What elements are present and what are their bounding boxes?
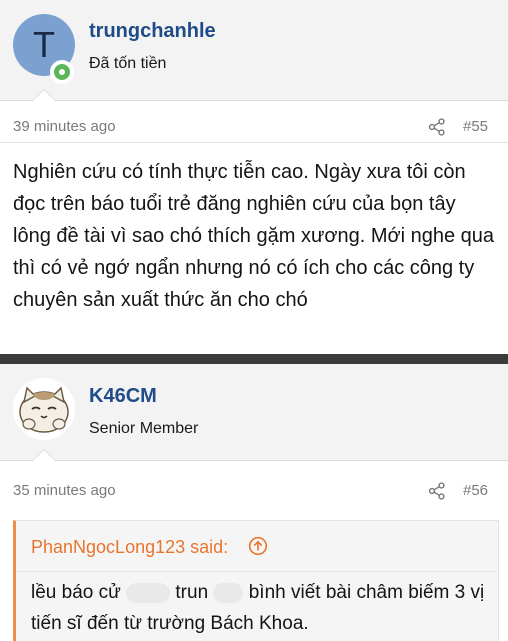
post-number-link[interactable]: #56: [463, 482, 488, 499]
quote-text-part: trun: [175, 582, 209, 603]
post-timestamp[interactable]: 39 minutes ago: [13, 118, 116, 135]
post-55-user-header: T trungchanhle Đã tốn tiền: [0, 0, 508, 101]
username-link[interactable]: K46CM: [89, 385, 157, 408]
post-divider: [0, 354, 508, 364]
header-pointer-fill: [33, 90, 55, 101]
quote-text: lều báo cử trun bình viết bài châm biếm …: [31, 577, 486, 639]
quote-text-part: lều báo cử: [31, 582, 121, 603]
post-meta-row: 35 minutes ago #56: [0, 478, 508, 506]
post-meta-row: 39 minutes ago #55: [0, 114, 508, 143]
share-icon[interactable]: [428, 118, 446, 136]
blurred-text: [213, 582, 244, 603]
blurred-text: [126, 582, 171, 603]
share-icon[interactable]: [428, 482, 446, 500]
post-timestamp[interactable]: 35 minutes ago: [13, 482, 116, 499]
username-link[interactable]: trungchanhle: [89, 20, 216, 43]
user-title: Đã tốn tiền: [89, 55, 167, 72]
cat-avatar[interactable]: [13, 378, 75, 440]
post-number-link[interactable]: #55: [463, 118, 488, 135]
post-56-user-header: [0, 364, 508, 461]
online-status-icon: [50, 60, 74, 84]
header-pointer-fill: [33, 450, 55, 461]
quote-block: PhanNgocLong123 said: lều báo cử trun bì…: [13, 520, 499, 641]
go-to-quoted-post-icon[interactable]: [248, 536, 268, 556]
user-title: Senior Member: [89, 420, 199, 437]
post-body-text: Nghiên cứu có tính thực tiễn cao. Ngày x…: [13, 161, 495, 311]
quote-header: PhanNgocLong123 said:: [16, 521, 495, 572]
quote-author-link[interactable]: PhanNgocLong123 said:: [31, 537, 228, 558]
